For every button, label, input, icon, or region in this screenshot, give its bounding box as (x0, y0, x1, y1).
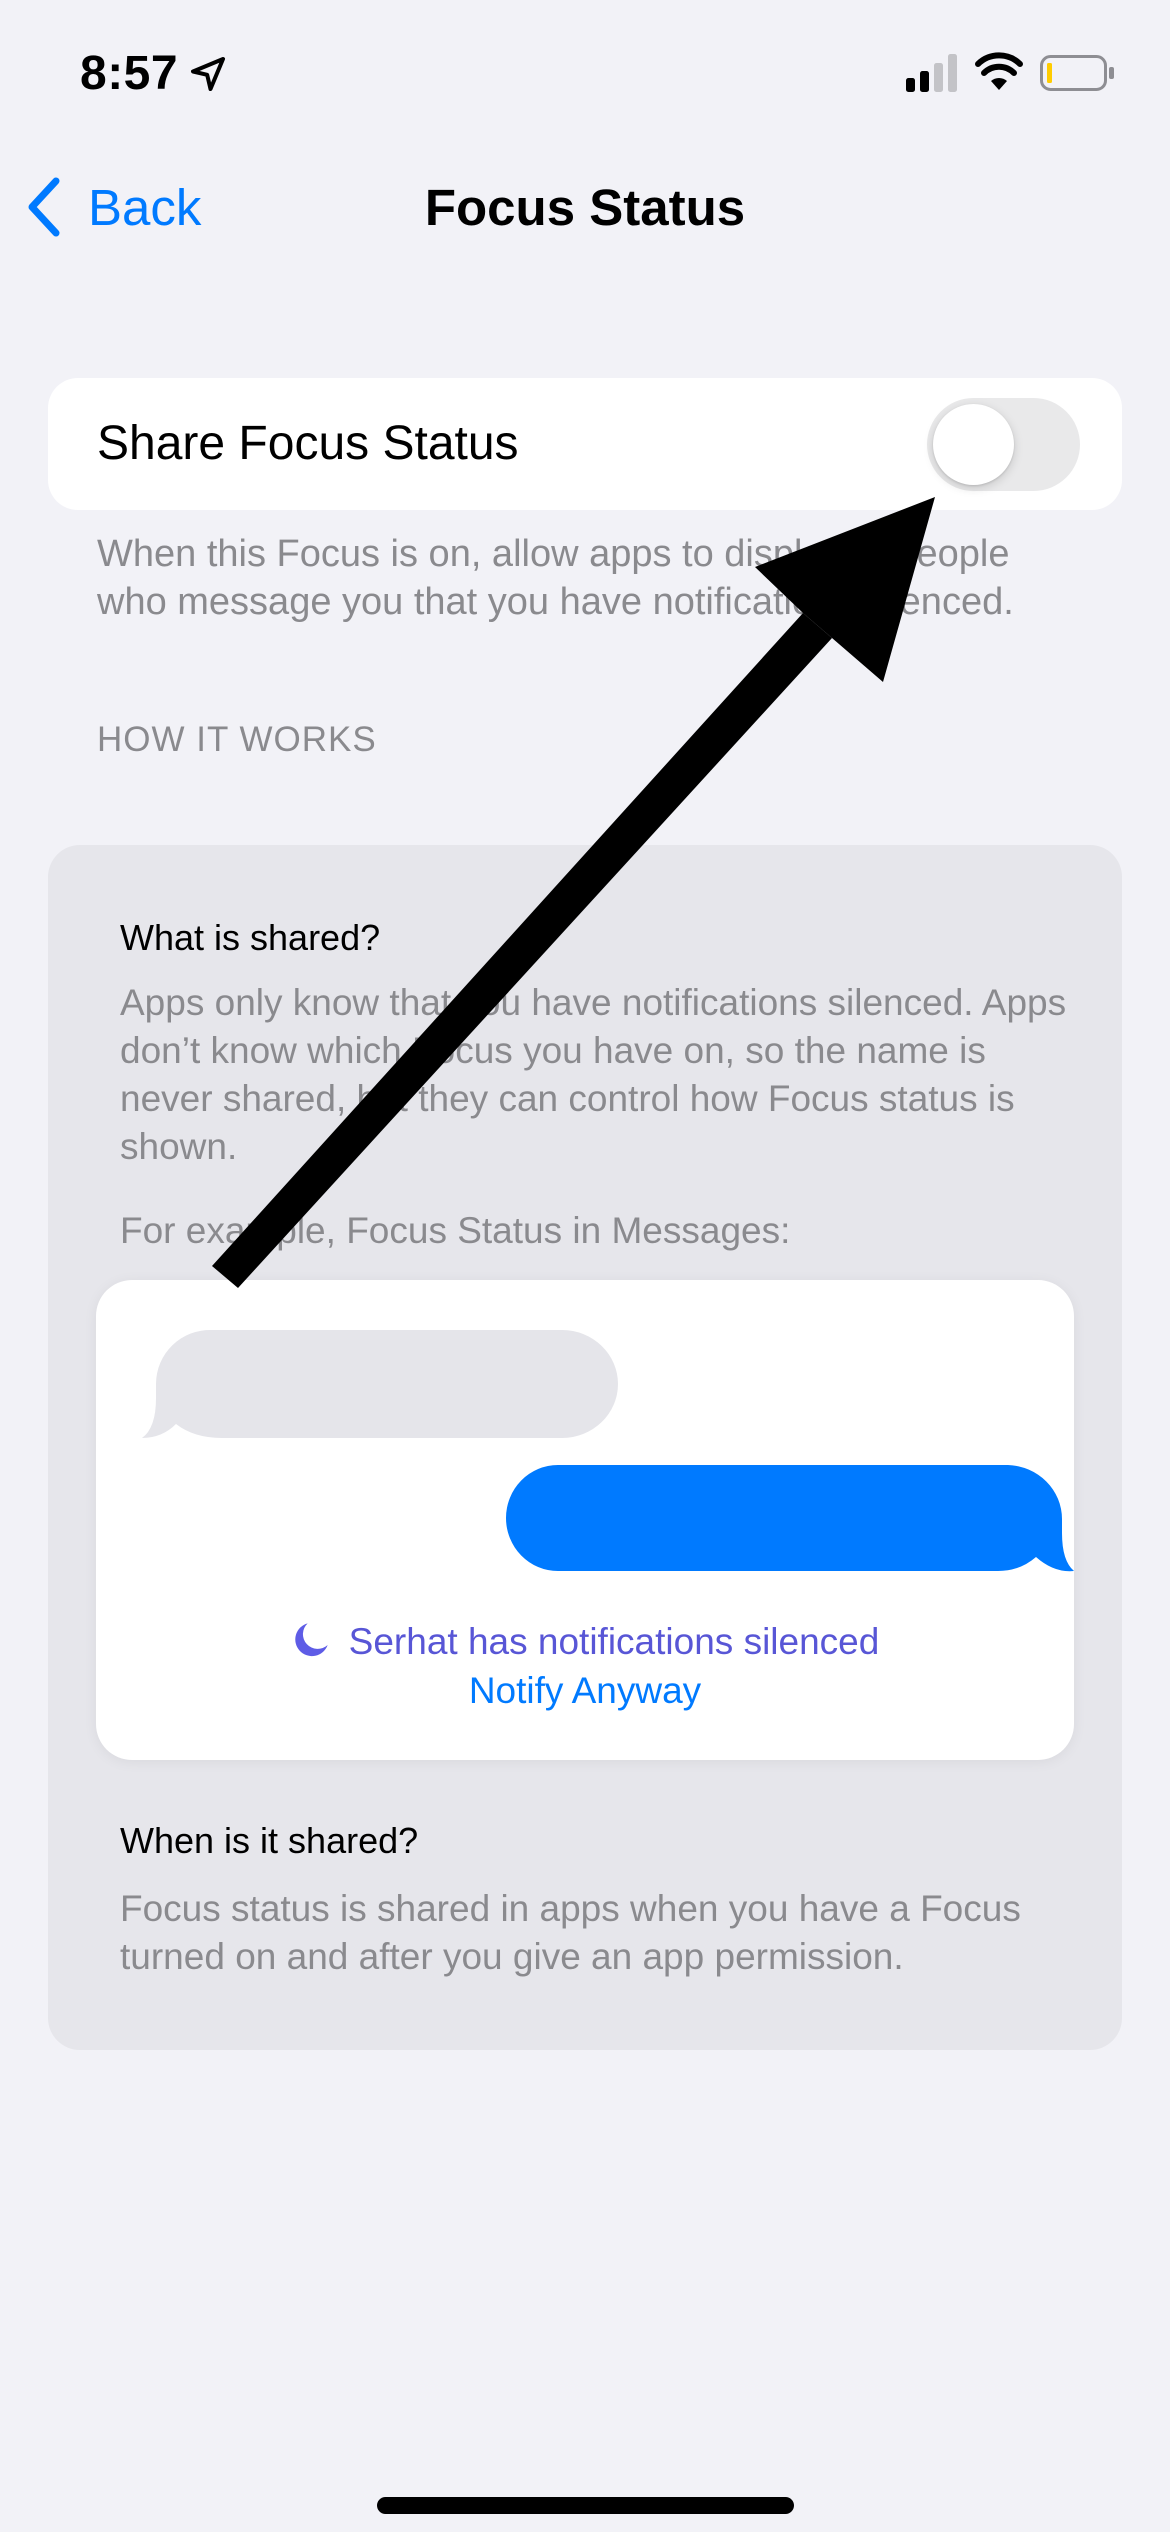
when-is-it-shared-body: Focus status is shared in apps when you … (120, 1888, 1021, 1977)
how-it-works-header: HOW IT WORKS (97, 720, 377, 759)
incoming-message-bubble (142, 1329, 618, 1438)
outgoing-message-bubble (506, 1465, 1074, 1572)
signal-bar-4 (948, 54, 957, 92)
moon-icon (294, 1623, 328, 1657)
silenced-text: Serhat has notifications silenced (348, 1621, 880, 1662)
wifi-icon (975, 52, 1023, 90)
signal-bar-1 (906, 78, 915, 92)
home-indicator[interactable] (377, 2497, 794, 2514)
status-time: 8:57 (80, 47, 179, 100)
share-focus-status-label: Share Focus Status (97, 417, 519, 470)
example-caption: For example, Focus Status in Messages: (120, 1210, 791, 1251)
share-focus-status-footer: When this Focus is on, allow apps to dis… (97, 533, 1014, 623)
cellular-signal-icon (906, 54, 957, 92)
battery-level (1047, 63, 1052, 83)
share-focus-status-row: Share Focus Status (48, 378, 1122, 510)
page-title: Focus Status (424, 179, 746, 236)
what-is-shared-title: What is shared? (120, 917, 381, 958)
battery-icon (1040, 55, 1114, 91)
when-is-it-shared-title: When is it shared? (120, 1820, 419, 1861)
location-arrow-icon (191, 57, 225, 91)
toggle-knob (933, 404, 1014, 485)
messages-preview-card: Serhat has notifications silenced Notify… (96, 1280, 1074, 1760)
focus-silenced-status: Serhat has notifications silenced (96, 1620, 1074, 1663)
notify-anyway-link[interactable]: Notify Anyway (96, 1670, 1074, 1712)
signal-bar-3 (934, 63, 943, 92)
signal-bar-2 (920, 71, 929, 92)
how-it-works-card: What is shared? Apps only know that you … (48, 845, 1122, 2050)
what-is-shared-body: Apps only know that you have notificatio… (120, 982, 1067, 1167)
share-focus-status-toggle[interactable] (927, 398, 1080, 491)
